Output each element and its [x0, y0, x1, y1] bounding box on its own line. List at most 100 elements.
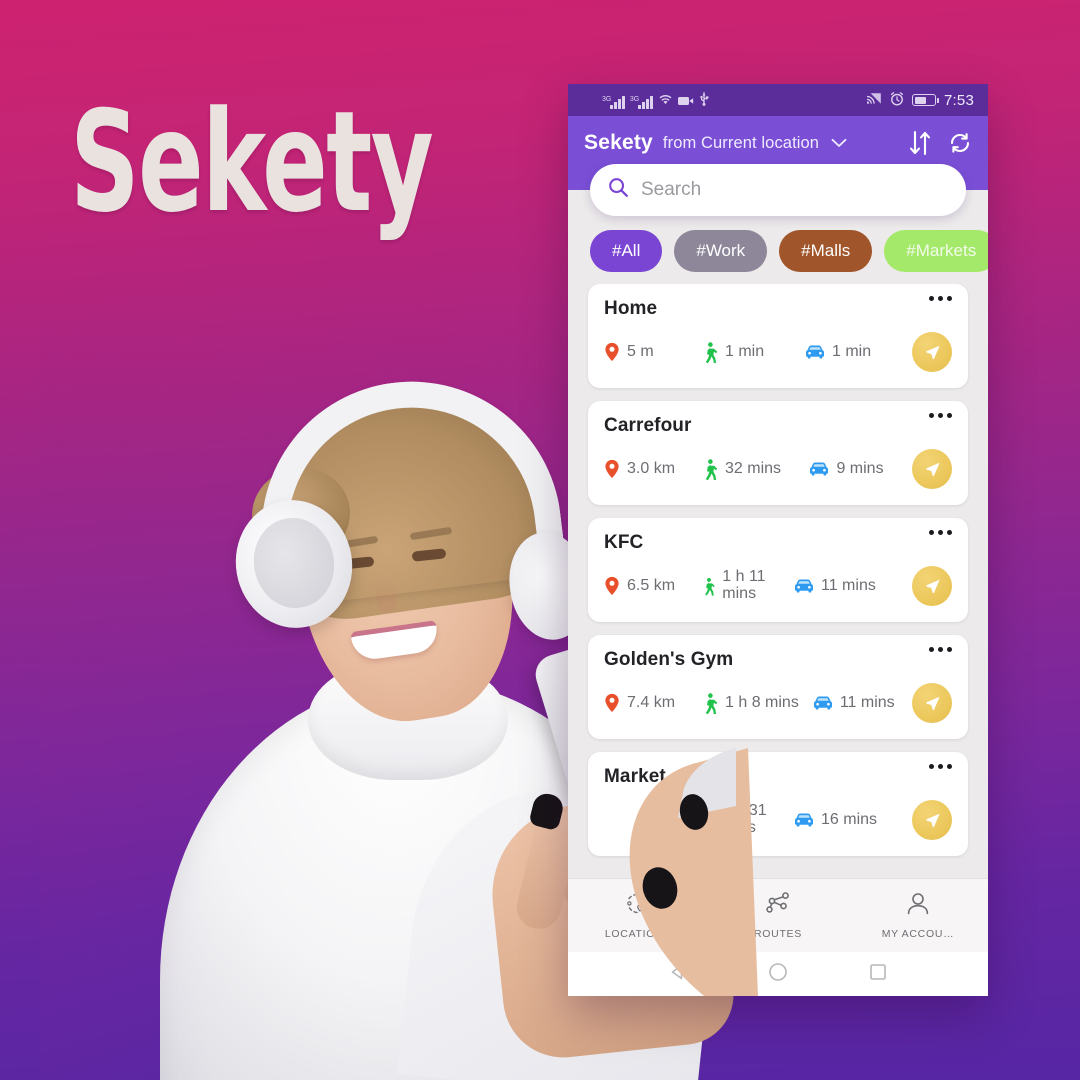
headphones-band — [244, 364, 568, 610]
drive-metric: 11 mins — [813, 693, 895, 712]
distance-value: 7.4 km — [627, 693, 676, 711]
navigate-button[interactable] — [912, 566, 952, 606]
place-card[interactable]: Golden's Gym 7.4 km 1 h 8 mins 11 mins — [588, 635, 968, 739]
from-location-label[interactable]: from Current location — [663, 134, 819, 153]
search-icon — [608, 177, 629, 203]
more-options-icon[interactable] — [929, 296, 952, 301]
filter-chip-malls[interactable]: #Malls — [779, 230, 873, 272]
search-input[interactable] — [641, 179, 948, 201]
car-icon — [795, 579, 813, 593]
filter-chip-all[interactable]: #All — [590, 230, 663, 272]
map-pin-icon — [605, 342, 619, 362]
walk-time-value: 1 h 31 mins — [722, 802, 767, 836]
car-icon — [810, 462, 829, 476]
more-options-icon[interactable] — [929, 647, 952, 652]
place-metrics: 3.0 km 32 mins 9 mins — [604, 449, 952, 489]
status-bar-right: 7:53 — [866, 92, 974, 109]
navigation-arrow-icon — [926, 813, 940, 828]
photo-face — [282, 437, 532, 735]
place-card[interactable]: Carrefour 3.0 km 32 mins 9 mins — [588, 401, 968, 505]
place-card[interactable]: KFC 6.5 km 1 h 11 mins 11 mins — [588, 518, 968, 622]
photo-fingernail — [528, 790, 566, 832]
distance-metric: 5 m — [604, 342, 698, 362]
bottom-navigation[interactable]: LOCATIONS ROUTES MY ACCOU… — [568, 878, 988, 952]
photo-eyebrow-right — [409, 526, 453, 541]
photo-eyebrow-left — [335, 535, 379, 550]
status-bar-clock: 7:53 — [944, 91, 974, 109]
navigation-arrow-icon — [926, 579, 940, 594]
drive-metric: 11 mins — [794, 577, 908, 595]
drive-time-value: 1 min — [832, 342, 872, 360]
sort-arrows-icon[interactable] — [908, 130, 932, 156]
navigate-button[interactable] — [912, 449, 952, 489]
app-bar: Sekety from Current location — [568, 116, 988, 216]
more-options-icon[interactable] — [929, 413, 952, 418]
filter-chip-label: #Work — [696, 241, 746, 260]
headphones-cup-inner — [246, 511, 342, 615]
cast-icon — [866, 92, 882, 108]
walking-person-icon — [705, 811, 715, 830]
walk-metric: 1 h 31 mins — [702, 802, 790, 837]
place-name: KFC — [604, 532, 644, 553]
drive-metric: 9 mins — [809, 460, 908, 478]
battery-charging-icon — [912, 94, 939, 106]
distance-metric: 3.0 km — [604, 459, 698, 479]
refresh-icon[interactable] — [948, 130, 972, 156]
walk-time-value: 1 h 11 mins — [722, 568, 766, 602]
android-navigation-bar[interactable] — [568, 952, 988, 996]
signal-icon: 3G — [602, 96, 625, 109]
map-pin-icon — [605, 576, 619, 596]
filter-chip-work[interactable]: #Work — [674, 230, 768, 272]
photo-neck — [340, 642, 470, 762]
walking-person-icon — [705, 458, 718, 480]
nav-tab-locations[interactable]: LOCATIONS — [568, 891, 708, 940]
walk-time-value: 32 mins — [725, 459, 782, 477]
photo-eye-left — [339, 556, 375, 570]
filter-chip-label: #All — [612, 241, 641, 260]
navigation-arrow-icon — [926, 696, 940, 711]
back-triangle-icon[interactable] — [668, 962, 688, 987]
recents-square-icon[interactable] — [868, 962, 888, 987]
filter-chip-markets[interactable]: #Markets — [884, 230, 988, 272]
more-options-icon[interactable] — [929, 764, 952, 769]
nav-tab-my-account[interactable]: MY ACCOU… — [848, 891, 988, 940]
walk-metric: 1 h 11 mins — [702, 568, 790, 603]
photo-collar — [308, 660, 508, 780]
nav-tab-routes[interactable]: ROUTES — [708, 891, 848, 940]
distance-metric: 6.5 km — [604, 576, 698, 596]
navigation-arrow-icon — [926, 345, 940, 360]
status-bar: 3G 3G 7:53 — [568, 84, 988, 116]
navigate-button[interactable] — [912, 332, 952, 372]
poster-canvas: Sekety 3G 3G 7:53 Sekety from Current lo… — [0, 0, 1080, 1080]
places-list[interactable]: Home 5 m 1 min 1 min Carrefour 3.0 km 32… — [568, 284, 988, 878]
home-circle-icon[interactable] — [767, 961, 789, 988]
drive-time-value: 11 mins — [839, 693, 895, 711]
distance-value: 3.0 km — [627, 459, 676, 477]
photo-smile — [350, 620, 440, 662]
drive-metric: 16 mins — [794, 811, 908, 829]
drive-metric: 1 min — [805, 342, 908, 361]
account-icon — [904, 891, 932, 922]
search-bar[interactable] — [590, 164, 966, 216]
usb-icon — [699, 91, 709, 109]
phone-mockup: 3G 3G 7:53 Sekety from Current location … — [568, 84, 988, 996]
walk-time-value: 1 min — [725, 342, 765, 360]
walk-time-value: 1 h 8 mins — [725, 693, 799, 711]
place-card[interactable]: Market 1 h 31 mins 16 mins — [588, 752, 968, 856]
locations-icon — [624, 891, 652, 922]
photo-hair-bun — [244, 460, 358, 568]
routes-icon — [764, 891, 792, 922]
walk-metric: 1 min — [702, 341, 801, 363]
chevron-down-icon[interactable] — [831, 136, 847, 151]
car-icon — [795, 813, 813, 827]
place-name: Carrefour — [604, 415, 692, 436]
map-pin-icon — [605, 459, 619, 479]
place-name: Golden's Gym — [604, 649, 734, 670]
walking-person-icon — [705, 692, 718, 714]
more-options-icon[interactable] — [929, 530, 952, 535]
navigate-button[interactable] — [912, 800, 952, 840]
signal-icon: 3G — [630, 96, 653, 109]
navigate-button[interactable] — [912, 683, 952, 723]
place-card[interactable]: Home 5 m 1 min 1 min — [588, 284, 968, 388]
wifi-icon — [658, 93, 673, 109]
